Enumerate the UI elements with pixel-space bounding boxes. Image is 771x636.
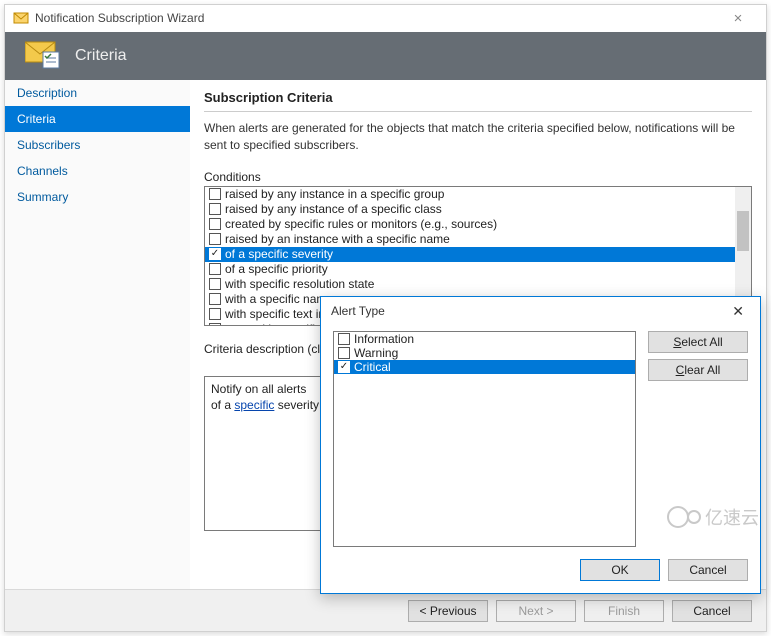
conditions-label: Conditions xyxy=(204,170,752,184)
condition-item[interactable]: raised by an instance with a specific na… xyxy=(205,232,735,247)
nav-channels[interactable]: Channels xyxy=(5,158,190,184)
condition-item[interactable]: created by specific rules or monitors (e… xyxy=(205,217,735,232)
alert-type-listbox[interactable]: Information Warning Critical xyxy=(333,331,636,547)
dialog-title-bar: Alert Type ✕ xyxy=(321,297,760,325)
condition-item[interactable]: raised by any instance in a specific gro… xyxy=(205,187,735,202)
title-bar: Notification Subscription Wizard × xyxy=(5,5,766,32)
dialog-title: Alert Type xyxy=(331,304,385,318)
alert-type-item[interactable]: Critical xyxy=(334,360,635,374)
checkbox-icon[interactable] xyxy=(338,361,350,373)
clear-all-button[interactable]: Clear All xyxy=(648,359,748,381)
checkbox-icon[interactable] xyxy=(209,323,221,326)
window-title: Notification Subscription Wizard xyxy=(35,11,718,25)
cancel-button[interactable]: Cancel xyxy=(672,600,752,622)
ok-button[interactable]: OK xyxy=(580,559,660,581)
nav-description[interactable]: Description xyxy=(5,80,190,106)
severity-link[interactable]: specific xyxy=(234,398,274,412)
app-icon xyxy=(13,10,29,26)
checkbox-icon[interactable] xyxy=(209,218,221,230)
dialog-cancel-button[interactable]: Cancel xyxy=(668,559,748,581)
nav-criteria[interactable]: Criteria xyxy=(5,106,190,132)
checkbox-icon[interactable] xyxy=(209,188,221,200)
condition-item[interactable]: of a specific priority xyxy=(205,262,735,277)
checkbox-icon[interactable] xyxy=(209,248,221,260)
checkbox-icon[interactable] xyxy=(209,233,221,245)
previous-button[interactable]: < Previous xyxy=(408,600,488,622)
close-icon[interactable]: × xyxy=(718,10,758,27)
checkbox-icon[interactable] xyxy=(209,203,221,215)
checkbox-icon[interactable] xyxy=(338,333,350,345)
finish-button: Finish xyxy=(584,600,664,622)
banner: Criteria xyxy=(5,32,766,80)
next-button: Next > xyxy=(496,600,576,622)
nav-summary[interactable]: Summary xyxy=(5,184,190,210)
condition-item[interactable]: with specific resolution state xyxy=(205,277,735,292)
alert-type-item[interactable]: Information xyxy=(334,332,635,346)
close-icon[interactable]: ✕ xyxy=(726,301,750,322)
condition-item[interactable]: raised by any instance of a specific cla… xyxy=(205,202,735,217)
select-all-button[interactable]: Select All xyxy=(648,331,748,353)
section-title: Subscription Criteria xyxy=(204,90,752,112)
checkbox-icon[interactable] xyxy=(209,263,221,275)
checkbox-icon[interactable] xyxy=(338,347,350,359)
condition-item[interactable]: of a specific severity xyxy=(205,247,735,262)
checkbox-icon[interactable] xyxy=(209,308,221,320)
dialog-footer: OK Cancel xyxy=(321,553,760,593)
checkbox-icon[interactable] xyxy=(209,278,221,290)
alert-type-dialog: Alert Type ✕ Information Warning Critica… xyxy=(320,296,761,594)
checkbox-icon[interactable] xyxy=(209,293,221,305)
banner-title: Criteria xyxy=(75,47,127,65)
section-subtitle: When alerts are generated for the object… xyxy=(204,120,752,154)
alert-type-item[interactable]: Warning xyxy=(334,346,635,360)
wizard-footer: < Previous Next > Finish Cancel xyxy=(5,589,766,631)
nav-subscribers[interactable]: Subscribers xyxy=(5,132,190,158)
wizard-nav: Description Criteria Subscribers Channel… xyxy=(5,80,190,589)
banner-icon xyxy=(25,40,61,73)
